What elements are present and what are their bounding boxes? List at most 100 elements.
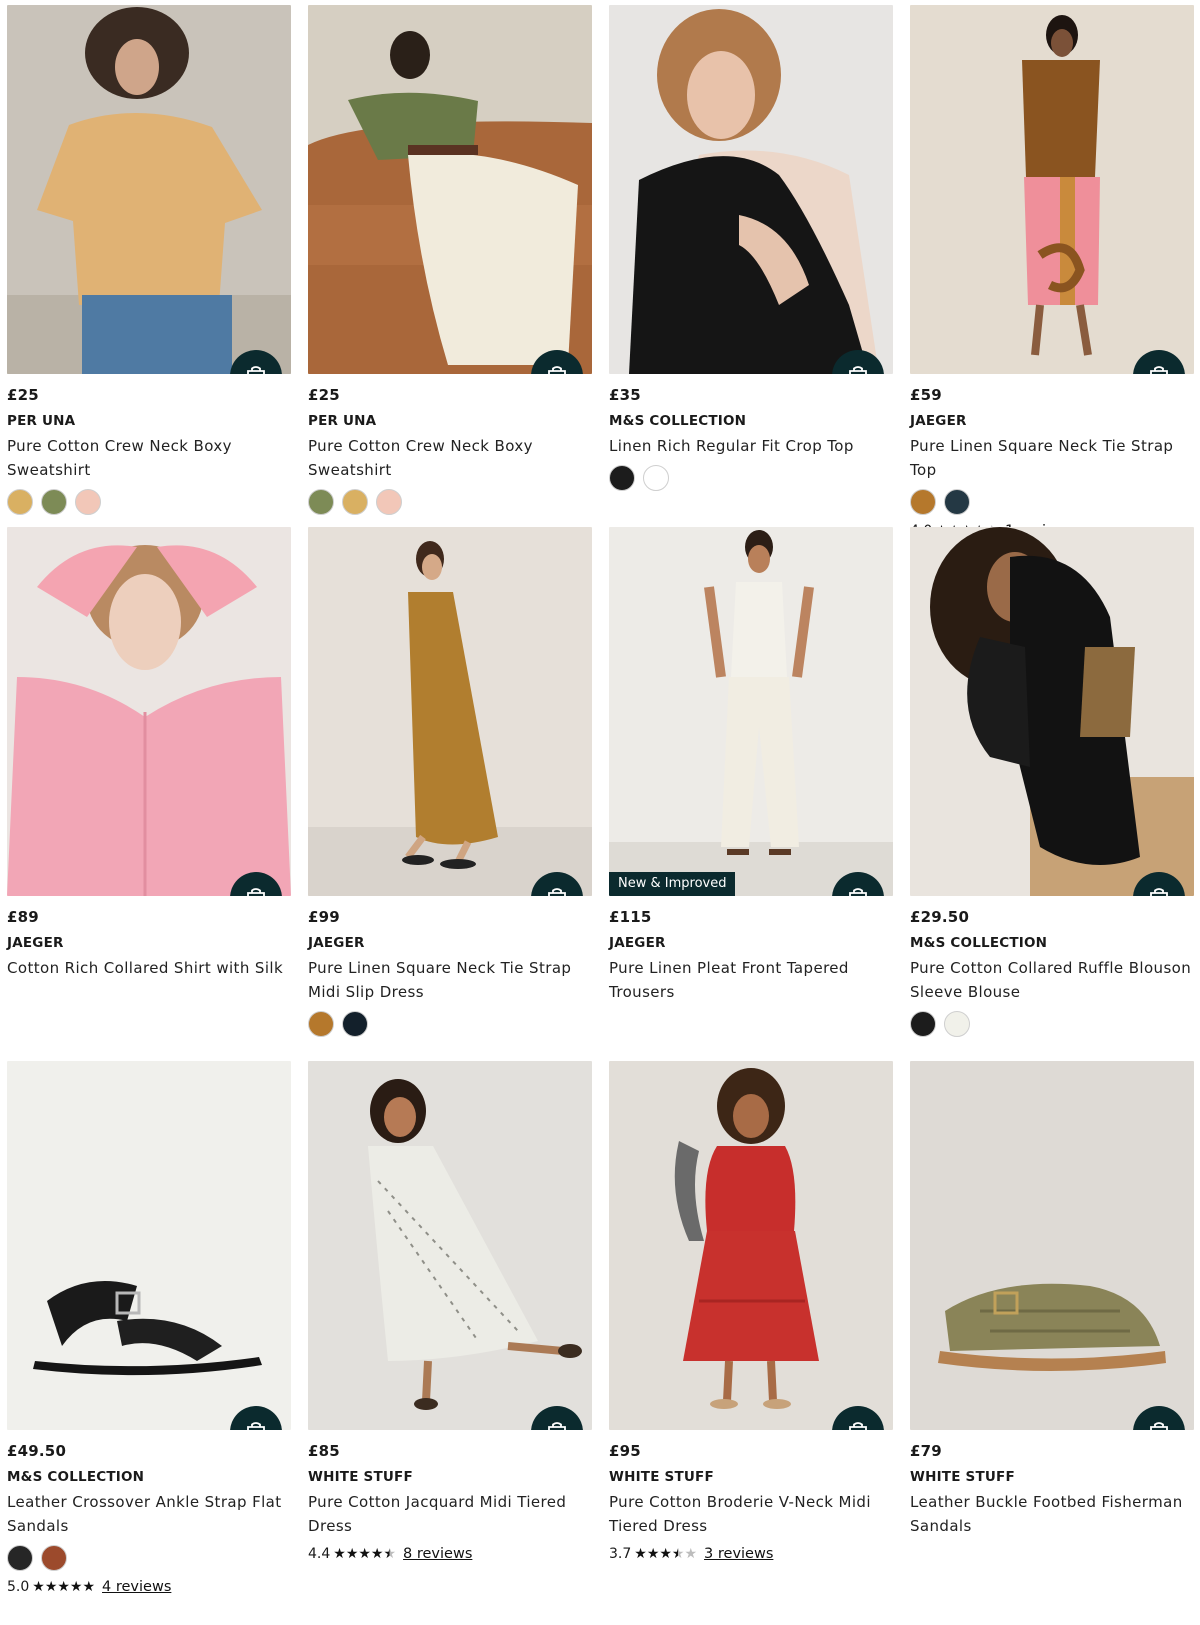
bag-plus-icon (849, 366, 867, 374)
product-image[interactable] (7, 1061, 291, 1430)
product-name[interactable]: Pure Linen Square Neck Tie Strap Top (910, 434, 1194, 482)
product-brand: M&S COLLECTION (7, 1469, 145, 1485)
product-brand: M&S COLLECTION (910, 935, 1048, 951)
product-card[interactable]: £85 WHITE STUFF Pure Cotton Jacquard Mid… (308, 1061, 592, 1621)
product-price: £99 (308, 908, 340, 926)
rating-value: 3.7 (609, 1546, 632, 1562)
bag-plus-icon (1150, 1422, 1168, 1430)
product-card[interactable]: £95 WHITE STUFF Pure Cotton Broderie V-N… (609, 1061, 893, 1621)
product-card[interactable]: New & Improved £115 JAEGER Pure Linen Pl… (609, 527, 893, 1061)
product-card[interactable]: £99 JAEGER Pure Linen Square Neck Tie St… (308, 527, 592, 1061)
colour-swatch[interactable] (609, 465, 635, 491)
product-name[interactable]: Pure Cotton Jacquard Midi Tiered Dress (308, 1490, 592, 1538)
colour-swatch[interactable] (376, 489, 402, 515)
product-image[interactable] (7, 527, 291, 896)
product-brand: PER UNA (7, 413, 76, 429)
product-card[interactable]: £79 WHITE STUFF Leather Buckle Footbed F… (910, 1061, 1194, 1621)
colour-swatch[interactable] (910, 1011, 936, 1037)
bag-plus-icon (849, 888, 867, 896)
product-name[interactable]: Leather Buckle Footbed Fisherman Sandals (910, 1490, 1194, 1538)
product-rating: 4.4 ★★★★★ 8 reviews (308, 1546, 592, 1562)
product-rating: 5.0 ★★★★★ 4 reviews (7, 1579, 291, 1595)
product-name[interactable]: Leather Crossover Ankle Strap Flat Sanda… (7, 1490, 291, 1538)
product-card[interactable]: £49.50 M&S COLLECTION Leather Crossover … (7, 1061, 291, 1621)
bag-plus-icon (548, 366, 566, 374)
product-brand: PER UNA (308, 413, 377, 429)
colour-swatches (7, 489, 291, 515)
colour-swatch[interactable] (308, 489, 334, 515)
product-name[interactable]: Pure Cotton Broderie V-Neck Midi Tiered … (609, 1490, 893, 1538)
bag-plus-icon (548, 888, 566, 896)
bag-plus-icon (1150, 366, 1168, 374)
colour-swatch[interactable] (41, 489, 67, 515)
product-image[interactable] (7, 5, 291, 374)
colour-swatches (7, 1545, 291, 1571)
product-name[interactable]: Linen Rich Regular Fit Crop Top (609, 434, 893, 458)
product-name[interactable]: Pure Linen Pleat Front Tapered Trousers (609, 956, 893, 1004)
product-price: £89 (7, 908, 39, 926)
colour-swatch[interactable] (342, 489, 368, 515)
product-price: £79 (910, 1442, 942, 1460)
product-image[interactable]: New & Improved (609, 527, 893, 896)
bag-plus-icon (1150, 888, 1168, 896)
colour-swatch[interactable] (7, 489, 33, 515)
product-image[interactable] (308, 1061, 592, 1430)
product-name[interactable]: Pure Linen Square Neck Tie Strap Midi Sl… (308, 956, 592, 1004)
product-card[interactable]: £25 PER UNA Pure Cotton Crew Neck Boxy S… (308, 5, 592, 527)
product-card[interactable]: £25 PER UNA Pure Cotton Crew Neck Boxy S… (7, 5, 291, 527)
product-image[interactable] (609, 5, 893, 374)
product-card[interactable]: £35 M&S COLLECTION Linen Rich Regular Fi… (609, 5, 893, 527)
product-name[interactable]: Pure Cotton Crew Neck Boxy Sweatshirt (308, 434, 592, 482)
star-rating-icon: ★★★★★ (634, 1546, 698, 1562)
colour-swatch[interactable] (342, 1011, 368, 1037)
product-grid: £25 PER UNA Pure Cotton Crew Neck Boxy S… (7, 5, 1194, 1621)
colour-swatch[interactable] (308, 1011, 334, 1037)
bag-plus-icon (247, 888, 265, 896)
new-improved-badge: New & Improved (609, 872, 736, 896)
product-image[interactable] (308, 527, 592, 896)
colour-swatches (308, 489, 592, 515)
product-card[interactable]: £89 JAEGER Cotton Rich Collared Shirt wi… (7, 527, 291, 1061)
product-price: £95 (609, 1442, 641, 1460)
colour-swatch[interactable] (41, 1545, 67, 1571)
reviews-link[interactable]: 4 reviews (102, 1579, 171, 1595)
product-price: £85 (308, 1442, 340, 1460)
product-card[interactable]: £59 JAEGER Pure Linen Square Neck Tie St… (910, 5, 1194, 539)
product-price: £29.50 (910, 908, 970, 926)
product-image[interactable] (308, 5, 592, 374)
colour-swatch[interactable] (944, 1011, 970, 1037)
product-price: £25 (7, 386, 39, 404)
product-image[interactable] (910, 1061, 1194, 1430)
colour-swatches (910, 1011, 1194, 1037)
product-name[interactable]: Pure Cotton Collared Ruffle Blouson Slee… (910, 956, 1194, 1004)
product-brand: JAEGER (609, 935, 666, 951)
product-image[interactable] (910, 527, 1194, 896)
bag-plus-icon (247, 1422, 265, 1430)
product-name[interactable]: Pure Cotton Crew Neck Boxy Sweatshirt (7, 434, 291, 482)
star-rating-icon: ★★★★★ (32, 1579, 96, 1595)
product-price: £115 (609, 908, 652, 926)
rating-value: 5.0 (7, 1579, 30, 1595)
product-image[interactable] (609, 1061, 893, 1430)
product-price: £35 (609, 386, 641, 404)
reviews-link[interactable]: 3 reviews (704, 1546, 773, 1562)
product-brand: JAEGER (7, 935, 64, 951)
product-image[interactable] (910, 5, 1194, 374)
reviews-link[interactable]: 8 reviews (403, 1546, 472, 1562)
product-card[interactable]: £29.50 M&S COLLECTION Pure Cotton Collar… (910, 527, 1194, 1061)
product-brand: M&S COLLECTION (609, 413, 747, 429)
colour-swatch[interactable] (944, 489, 970, 515)
product-price: £49.50 (7, 1442, 67, 1460)
colour-swatches (910, 489, 1194, 515)
colour-swatches (308, 1011, 592, 1037)
product-brand: JAEGER (308, 935, 365, 951)
bag-plus-icon (548, 1422, 566, 1430)
colour-swatches (609, 465, 893, 491)
colour-swatch[interactable] (910, 489, 936, 515)
colour-swatch[interactable] (7, 1545, 33, 1571)
colour-swatch[interactable] (75, 489, 101, 515)
product-price: £59 (910, 386, 942, 404)
bag-plus-icon (849, 1422, 867, 1430)
colour-swatch[interactable] (643, 465, 669, 491)
product-name[interactable]: Cotton Rich Collared Shirt with Silk (7, 956, 291, 980)
